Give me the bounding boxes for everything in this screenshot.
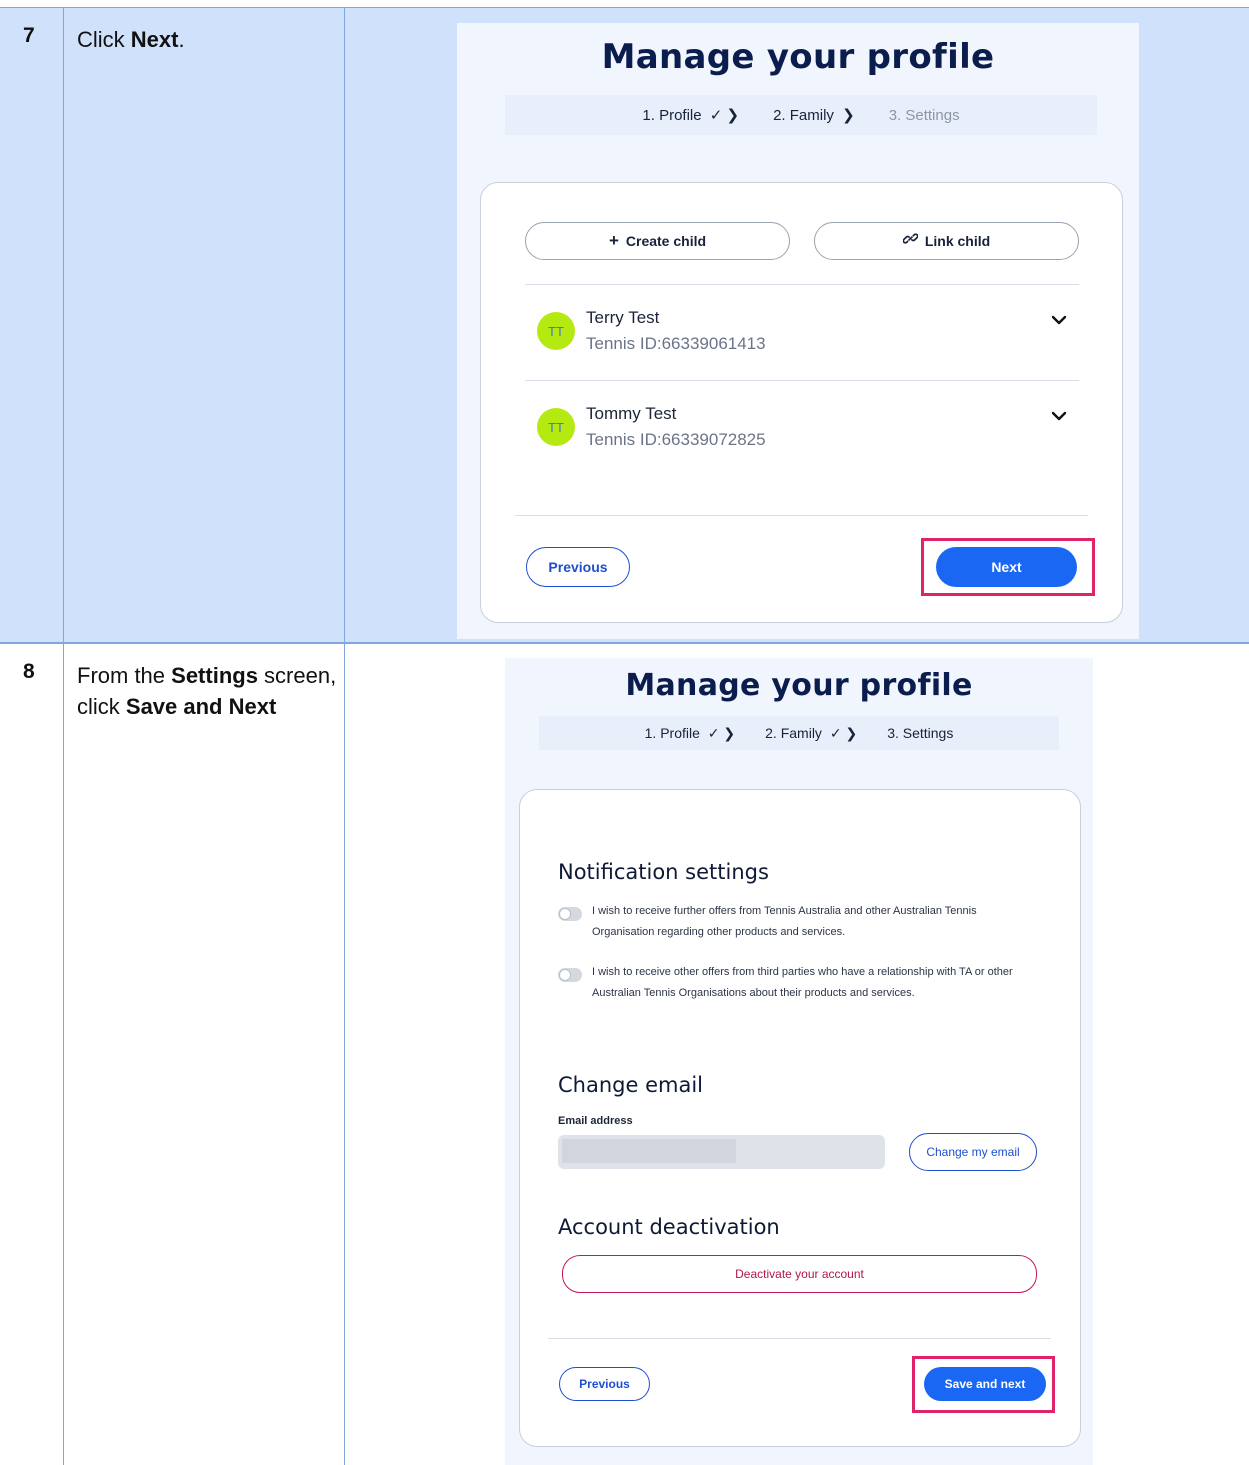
- instruction-row-8: 8 From the Settings screen, click Save a…: [0, 643, 1249, 1465]
- check-chevron-icon: ✓ ❯: [829, 724, 858, 741]
- avatar: TT: [537, 312, 575, 350]
- chevron-down-icon[interactable]: [1049, 310, 1069, 330]
- callout-highlight-box: [912, 1356, 1055, 1413]
- child-row-terry[interactable]: TT Terry Test Tennis ID:66339061413: [537, 308, 1077, 368]
- create-child-button[interactable]: + Create child: [525, 222, 790, 260]
- notification-settings-heading: Notification settings: [558, 860, 769, 884]
- child-tennis-id: Tennis ID:66339072825: [586, 430, 766, 449]
- instruction-cell: Click Next.: [64, 8, 345, 642]
- instruction-cell: From the Settings screen, click Save and…: [64, 644, 345, 1465]
- progress-stepper: 1. Profile ✓ ❯ 2. Family ✓ ❯ 3. Settings: [539, 716, 1059, 750]
- link-icon: [902, 231, 919, 251]
- change-email-heading: Change email: [558, 1073, 703, 1097]
- step-family[interactable]: 2. Family ❯: [773, 106, 855, 124]
- instruction-bold: Next: [130, 27, 179, 52]
- page-title: Manage your profile: [625, 668, 973, 703]
- divider: [515, 515, 1088, 516]
- step-number: 8: [23, 660, 35, 683]
- step-label: 2. Family: [773, 107, 834, 124]
- step-number-cell: 7: [0, 8, 64, 642]
- step-label: 1. Profile: [642, 107, 702, 124]
- offers-third-party-text: I wish to receive other offers from thir…: [592, 966, 1013, 999]
- instruction-suffix: .: [178, 27, 185, 52]
- progress-stepper: 1. Profile ✓ ❯ 2. Family ❯ 3. Settings: [505, 95, 1097, 135]
- child-tennis-id: Tennis ID:66339061413: [586, 334, 766, 353]
- button-label: Create child: [625, 233, 707, 249]
- step-number-cell: 8: [0, 644, 64, 1465]
- instruction-bold: Settings: [171, 663, 258, 688]
- check-chevron-icon: ✓ ❯: [707, 724, 736, 741]
- step-profile[interactable]: 1. Profile ✓ ❯: [642, 106, 739, 124]
- family-screen: Manage your profile 1. Profile ✓ ❯ 2. Fa…: [457, 23, 1139, 639]
- page-title: Manage your profile: [601, 37, 995, 77]
- change-email-button[interactable]: Change my email: [909, 1133, 1037, 1171]
- redacted-email: [562, 1139, 736, 1163]
- instruction-row-7: 7 Click Next. Manage your profile 1. Pro…: [0, 7, 1249, 643]
- step-settings[interactable]: 3. Settings: [887, 725, 953, 741]
- step-settings[interactable]: 3. Settings: [889, 107, 960, 124]
- email-address-label: Email address: [558, 1115, 633, 1127]
- family-card: + Create child Link child TT Terry Test T…: [480, 182, 1123, 623]
- plus-icon: +: [608, 231, 619, 250]
- instruction-bold: Save and Next: [125, 694, 277, 719]
- deactivate-account-button[interactable]: Deactivate your account: [562, 1255, 1037, 1293]
- child-name: Tommy Test: [586, 404, 677, 423]
- instruction-text: Click Next.: [77, 24, 337, 55]
- instruction-part: From the: [77, 663, 172, 688]
- instruction-text: From the Settings screen, click Save and…: [77, 660, 337, 722]
- chevron-down-icon[interactable]: [1049, 406, 1069, 426]
- offers-third-party-toggle[interactable]: [558, 968, 582, 982]
- settings-screen: Manage your profile 1. Profile ✓ ❯ 2. Fa…: [505, 658, 1093, 1465]
- divider: [525, 284, 1079, 285]
- step-label: 1. Profile: [644, 724, 700, 741]
- instruction-prefix: Click: [77, 27, 131, 52]
- previous-button[interactable]: Previous: [559, 1367, 650, 1401]
- offers-ta-toggle[interactable]: [558, 907, 582, 921]
- avatar: TT: [537, 408, 575, 446]
- callout-highlight-box: [921, 538, 1095, 596]
- email-field[interactable]: [558, 1135, 885, 1169]
- step-profile[interactable]: 1. Profile ✓ ❯: [645, 725, 736, 742]
- child-name: Terry Test: [586, 308, 660, 327]
- link-child-button[interactable]: Link child: [814, 222, 1079, 260]
- step-label: 3. Settings: [888, 106, 960, 124]
- account-deactivation-heading: Account deactivation: [558, 1215, 780, 1239]
- chevron-right-icon: ❯: [842, 107, 855, 124]
- settings-card: Notification settings I wish to receive …: [519, 789, 1081, 1447]
- step-family[interactable]: 2. Family ✓ ❯: [765, 725, 857, 742]
- previous-button[interactable]: Previous: [526, 547, 630, 587]
- step-label: 2. Family: [765, 724, 822, 741]
- button-label: Link child: [924, 233, 991, 249]
- divider: [525, 380, 1079, 381]
- step-label: 3. Settings: [887, 725, 954, 741]
- step-number: 7: [23, 24, 35, 47]
- check-chevron-icon: ✓ ❯: [709, 107, 740, 124]
- offers-ta-text: I wish to receive further offers from Te…: [592, 905, 977, 938]
- divider: [548, 1338, 1051, 1339]
- child-row-tommy[interactable]: TT Tommy Test Tennis ID:66339072825: [537, 404, 1077, 464]
